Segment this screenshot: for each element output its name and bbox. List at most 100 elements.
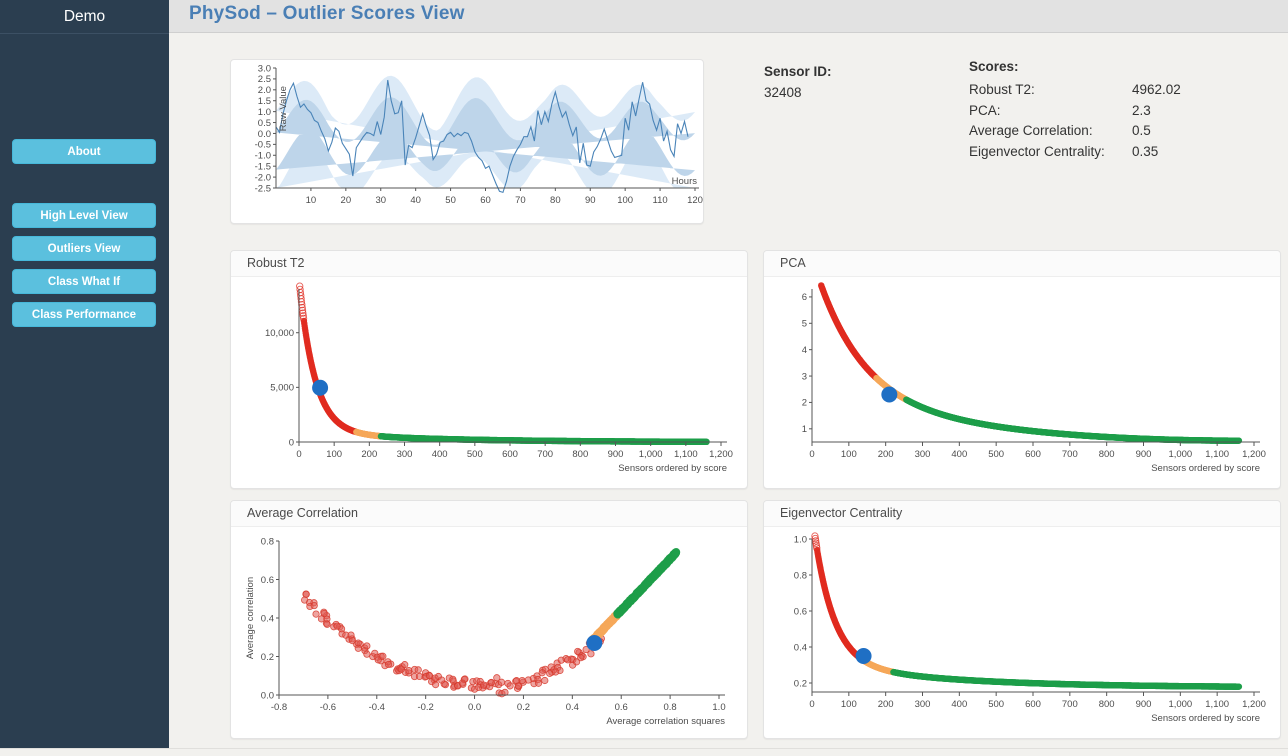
- sensor-id-value: 32408: [764, 85, 802, 100]
- svg-text:0.0: 0.0: [258, 129, 271, 140]
- svg-text:700: 700: [1062, 449, 1078, 460]
- raw-value-chart-body: 3.0 2.5 2.0 1.5 1.0 0.5 0.0 -0.5 -1.0 -1.5 -2.0 -2.…: [231, 60, 703, 223]
- svg-text:1: 1: [802, 424, 807, 435]
- svg-text:300: 300: [397, 449, 413, 460]
- highlighted-sensor-point: [312, 379, 329, 396]
- raw-value-chart[interactable]: 3.02.52.01.51.00.50.0-0.5-1.0-1.5-2.0-2.…: [231, 60, 703, 223]
- svg-text:-0.4: -0.4: [369, 702, 385, 713]
- svg-text:0.5: 0.5: [258, 118, 271, 129]
- sidebar-item-outliers-view[interactable]: Outliers View: [12, 236, 156, 261]
- raw-value-chart-card: 3.0 2.5 2.0 1.5 1.0 0.5 0.0 -0.5 -1.0 -1.5 -2.0 -2.…: [230, 59, 704, 224]
- score-row: PCA: 2.3: [969, 101, 1181, 122]
- sidebar-item-high-level-view[interactable]: High Level View: [12, 203, 156, 228]
- svg-text:1.0: 1.0: [794, 534, 807, 545]
- svg-text:0.8: 0.8: [261, 536, 274, 547]
- svg-text:-0.5: -0.5: [255, 140, 271, 151]
- svg-text:-0.8: -0.8: [271, 702, 287, 713]
- robust-t2-chart[interactable]: 0 5,000 10,000 0 100 200 300 400 500 600 700 800 900…: [231, 277, 747, 488]
- svg-text:1,000: 1,000: [639, 449, 663, 460]
- score-label-average-correlation: Average Correlation:: [969, 123, 1093, 138]
- svg-text:0.4: 0.4: [261, 613, 274, 624]
- svg-text:Sensors ordered by score: Sensors ordered by score: [1151, 463, 1260, 474]
- average-correlation-title: Average Correlation: [231, 501, 747, 527]
- svg-text:400: 400: [951, 699, 967, 710]
- svg-text:1,200: 1,200: [709, 449, 733, 460]
- app-root: Demo About High Level View Outliers View…: [0, 0, 1288, 756]
- average-correlation-chart[interactable]: 0.0 0.2 0.4 0.6 0.8 -0.8 -0.6 -0.4 -0.2 0.0 0.2 0.4…: [231, 527, 747, 738]
- svg-text:1.0: 1.0: [712, 702, 725, 713]
- svg-text:1,000: 1,000: [1168, 699, 1192, 710]
- svg-text:Hours: Hours: [672, 176, 698, 187]
- svg-text:4: 4: [802, 345, 807, 356]
- svg-text:20: 20: [341, 195, 352, 206]
- svg-text:0.0: 0.0: [261, 690, 274, 701]
- svg-text:0: 0: [809, 699, 814, 710]
- svg-text:400: 400: [432, 449, 448, 460]
- svg-text:100: 100: [326, 449, 342, 460]
- svg-text:500: 500: [467, 449, 483, 460]
- pca-chart[interactable]: 1 2 3 4 5 6 0 100 200 300 400 500 600 700 800 900 1,000 1…: [764, 277, 1280, 488]
- svg-text:1.0: 1.0: [258, 107, 271, 118]
- svg-text:-2.0: -2.0: [255, 172, 271, 183]
- svg-text:0: 0: [289, 437, 294, 448]
- robust-t2-body: 0 5,000 10,000 0 100 200 300 400 500 600 700 800 900…: [231, 277, 747, 488]
- average-correlation-body: 0.0 0.2 0.4 0.6 0.8 -0.8 -0.6 -0.4 -0.2 0.0 0.2 0.4…: [231, 527, 747, 738]
- svg-text:200: 200: [878, 449, 894, 460]
- highlighted-sensor-point: [586, 635, 603, 652]
- svg-text:400: 400: [951, 449, 967, 460]
- svg-text:50: 50: [445, 195, 456, 206]
- svg-text:0.8: 0.8: [794, 570, 807, 581]
- svg-text:0.6: 0.6: [794, 606, 807, 617]
- svg-text:900: 900: [1136, 699, 1152, 710]
- svg-text:1,100: 1,100: [1205, 449, 1229, 460]
- svg-text:100: 100: [841, 699, 857, 710]
- pca-title: PCA: [764, 251, 1280, 277]
- svg-text:5: 5: [802, 319, 807, 330]
- svg-text:300: 300: [915, 699, 931, 710]
- svg-text:-0.2: -0.2: [417, 702, 433, 713]
- sidebar-item-class-performance[interactable]: Class Performance: [12, 302, 156, 327]
- footer-strip: [0, 748, 1288, 756]
- svg-text:2.0: 2.0: [258, 85, 271, 96]
- sidebar-item-class-what-if[interactable]: Class What If: [12, 269, 156, 294]
- svg-text:200: 200: [878, 699, 894, 710]
- score-row: Robust T2: 4962.02: [969, 80, 1181, 101]
- page-title: PhySod – Outlier Scores View: [189, 3, 465, 24]
- sidebar-item-about[interactable]: About: [12, 139, 156, 164]
- score-value-average-correlation: 0.5: [1132, 123, 1151, 138]
- sidebar: Demo About High Level View Outliers View…: [0, 0, 169, 748]
- average-correlation-card: Average Correlation 0.0 0.2 0.4 0.6 0.8 -0.8 -…: [230, 500, 748, 739]
- svg-text:1.5: 1.5: [258, 96, 271, 107]
- score-value-robust-t2: 4962.02: [1132, 82, 1181, 97]
- score-value-pca: 2.3: [1132, 102, 1151, 118]
- svg-text:0: 0: [809, 449, 814, 460]
- svg-text:800: 800: [1099, 699, 1115, 710]
- svg-text:120: 120: [687, 195, 703, 206]
- brand-logo[interactable]: Demo: [0, 0, 169, 33]
- svg-text:30: 30: [375, 195, 386, 206]
- highlighted-sensor-point: [855, 648, 872, 664]
- svg-text:600: 600: [1025, 699, 1041, 710]
- score-label-eigenvector-centrality: Eigenvector Centrality:: [969, 143, 1105, 159]
- svg-text:500: 500: [988, 449, 1004, 460]
- eigenvector-centrality-title: Eigenvector Centrality: [764, 501, 1280, 527]
- svg-text:10: 10: [306, 195, 317, 206]
- svg-text:5,000: 5,000: [270, 383, 294, 394]
- svg-text:0.2: 0.2: [794, 678, 807, 689]
- svg-text:110: 110: [653, 195, 668, 206]
- svg-text:0.2: 0.2: [261, 652, 274, 663]
- svg-text:1,200: 1,200: [1242, 699, 1266, 710]
- svg-text:-0.6: -0.6: [320, 702, 336, 713]
- svg-text:800: 800: [572, 449, 588, 460]
- eigenvector-centrality-body: 0.2 0.4 0.6 0.8 1.0 0 100 200 300 400 500 600 700 800…: [764, 527, 1280, 738]
- svg-text:-1.0: -1.0: [255, 151, 271, 162]
- svg-text:70: 70: [515, 195, 526, 206]
- svg-text:100: 100: [617, 195, 633, 206]
- svg-text:60: 60: [480, 195, 491, 206]
- eigenvector-centrality-chart[interactable]: 0.2 0.4 0.6 0.8 1.0 0 100 200 300 400 500 600 700 800…: [764, 527, 1280, 738]
- sensor-id-panel: Sensor ID: 32408: [764, 64, 832, 100]
- svg-text:40: 40: [410, 195, 421, 206]
- svg-text:0.4: 0.4: [566, 702, 579, 713]
- sensor-id-heading: Sensor ID:: [764, 64, 832, 79]
- svg-text:Sensors ordered by score: Sensors ordered by score: [1151, 713, 1260, 724]
